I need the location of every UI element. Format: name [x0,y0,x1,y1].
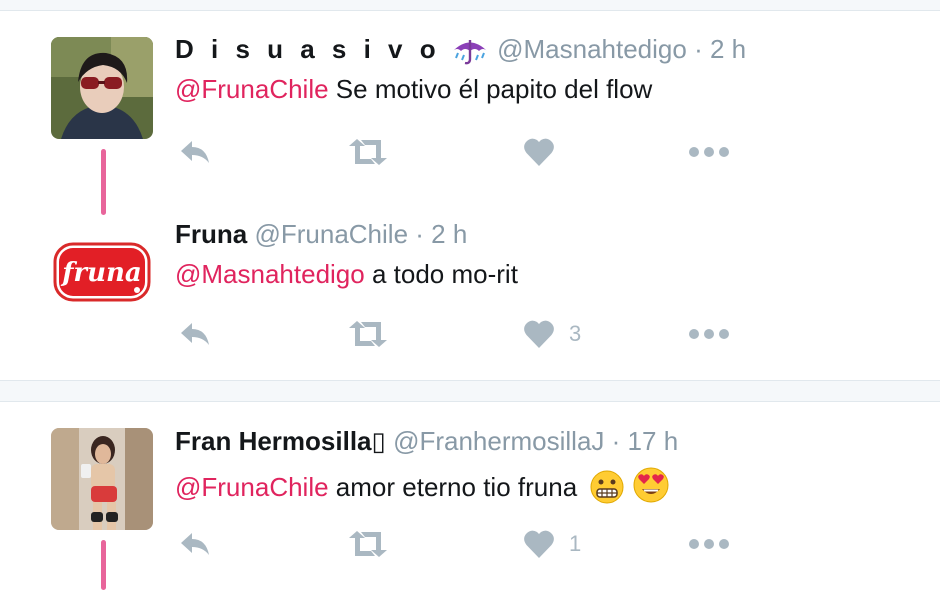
action-bar: 1 [175,527,775,561]
thread-line [101,149,106,215]
timestamp[interactable]: 17 h [628,426,679,456]
heart-icon [524,530,554,558]
handle[interactable]: @Masnahtedigo [497,34,687,64]
tweet-header: D i s u a s i v o @Masnahtedigo · 2 h [175,34,746,72]
handle[interactable]: @FranhermosillaJ [393,426,604,456]
like-button[interactable]: 3 [523,317,581,351]
mention-link[interactable]: @Masnahtedigo [175,259,365,289]
more-button[interactable] [688,317,732,351]
fruna-logo-avatar[interactable]: fruna [51,222,153,324]
tweet-body: a todo mo-rit [371,259,518,289]
reply-button[interactable] [178,135,212,169]
tweet-fran-hermosilla[interactable]: Fran Hermosilla▯ @FranhermosillaJ · 17 h… [0,402,940,590]
tweet-body: amor eterno tio fruna [335,472,578,502]
tweet-text: @Masnahtedigo a todo mo-rit [175,259,518,289]
tweet-fruna[interactable]: fruna Fruna @FrunaChile · 2 h @Masnahted… [0,219,940,380]
more-button[interactable] [688,527,732,561]
tweet-text: @FrunaChile Se motivo él papito del flow [175,74,652,104]
reply-icon [181,323,209,345]
separator-dot: · [611,426,621,456]
reply-button[interactable] [178,317,212,351]
action-bar [175,135,775,169]
retweet-icon [349,531,387,557]
like-button[interactable] [523,135,569,169]
separator-dot: · [415,219,424,249]
retweet-icon [349,139,387,165]
retweet-button[interactable] [347,317,389,351]
reply-icon [181,141,209,163]
retweet-button[interactable] [347,527,389,561]
like-count: 1 [569,531,582,556]
handle[interactable]: @FrunaChile [254,219,408,249]
tweet-header: Fran Hermosilla▯ @FranhermosillaJ · 17 h [175,426,678,456]
heart-eyes-face-icon [632,466,670,510]
tweet-disuasivo[interactable]: D i s u a s i v o @Masnahtedigo · 2 h @F… [0,0,940,222]
reply-button[interactable] [178,527,212,561]
like-button[interactable]: 1 [523,527,581,561]
avatar[interactable] [51,37,153,139]
thread-line [101,540,106,590]
more-dots-icon [689,147,729,157]
avatar[interactable] [51,428,153,530]
svg-text:fruna: fruna [60,258,142,288]
more-button[interactable] [688,135,732,169]
display-name[interactable]: Fruna [175,219,247,249]
name-glyph: ▯ [371,426,386,456]
conversation-gap [0,380,940,402]
heart-icon [524,320,554,348]
retweet-icon [349,321,387,347]
more-dots-icon [689,539,729,549]
tweet-body: Se motivo él papito del flow [335,74,653,104]
mention-link[interactable]: @FrunaChile [175,472,329,502]
separator-dot: · [694,34,703,64]
heart-icon [524,138,554,166]
timestamp[interactable]: 2 h [431,219,467,249]
grimacing-face-icon [590,470,624,510]
timestamp[interactable]: 2 h [710,34,746,64]
reply-icon [181,533,209,555]
like-count: 3 [569,321,582,346]
display-name[interactable]: D i s u a s i v o [175,34,441,64]
mention-link[interactable]: @FrunaChile [175,74,329,104]
more-dots-icon [689,329,729,339]
tweet-text: @FrunaChile amor eterno tio fruna [175,466,670,510]
retweet-button[interactable] [347,135,389,169]
action-bar: 3 [175,317,775,351]
tweet-header: Fruna @FrunaChile · 2 h [175,219,467,249]
umbrella-icon [450,36,490,72]
display-name[interactable]: Fran Hermosilla [175,426,372,456]
